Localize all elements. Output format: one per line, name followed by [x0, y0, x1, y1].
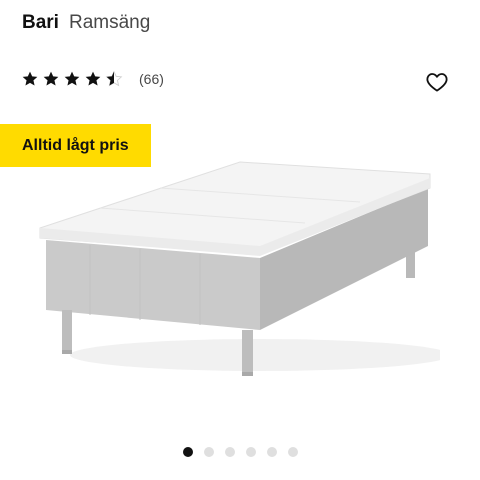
carousel-indicators [0, 447, 480, 457]
star-full-icon [64, 71, 80, 86]
rating-stars [21, 70, 123, 88]
product-page: Bari Ramsäng (66) Alltid lågt pris [0, 0, 480, 480]
product-variant: Ramsäng [68, 12, 151, 33]
star-full-icon [43, 71, 59, 86]
carousel-dot[interactable] [245, 447, 256, 457]
star-full-icon [85, 71, 101, 86]
product-image[interactable] [30, 150, 440, 390]
carousel-dot[interactable] [266, 447, 277, 457]
product-title: Bari Ramsäng [22, 12, 150, 34]
review-count[interactable]: (66) [139, 71, 164, 87]
carousel-dot[interactable] [224, 447, 235, 457]
carousel-dot[interactable] [287, 447, 298, 457]
heart-outline-icon [426, 73, 448, 92]
rating[interactable]: (66) [21, 70, 164, 88]
favorite-button[interactable] [424, 69, 450, 95]
carousel-dot[interactable] [182, 447, 193, 457]
carousel-dot[interactable] [203, 447, 214, 457]
star-half-icon [105, 70, 123, 87]
star-full-icon [22, 71, 38, 86]
product-name: Bari [22, 12, 59, 33]
